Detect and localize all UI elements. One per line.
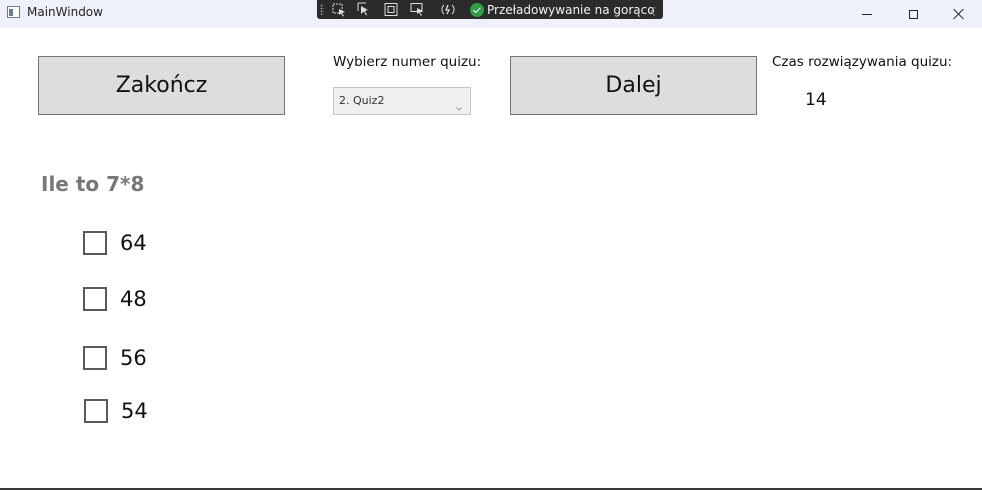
- answer-checkbox[interactable]: [83, 231, 107, 255]
- answer-checkbox[interactable]: [84, 399, 108, 423]
- maximize-icon: [908, 9, 918, 19]
- answer-label[interactable]: 56: [120, 346, 147, 370]
- hot-reload-icon[interactable]: [440, 2, 456, 17]
- window-title: MainWindow: [27, 5, 103, 19]
- answer-label[interactable]: 54: [121, 399, 148, 423]
- answer-checkbox[interactable]: [83, 346, 107, 370]
- answer-label[interactable]: 48: [120, 287, 147, 311]
- check-circle-icon: [470, 2, 484, 17]
- answer-label[interactable]: 64: [120, 231, 147, 255]
- app-window-icon: [7, 6, 20, 18]
- next-button[interactable]: Dalej: [510, 56, 757, 115]
- minimize-icon: [862, 13, 872, 15]
- answer-option[interactable]: 54: [84, 399, 148, 423]
- select-element-icon[interactable]: [331, 2, 347, 17]
- finish-button[interactable]: Zakończ: [38, 56, 285, 115]
- xaml-debug-toolbar: Przeładowywanie na gorąco: [317, 0, 663, 19]
- quiz-select-label: Wybierz numer quizu:: [333, 54, 482, 70]
- quiz-select-value: 2. Quiz2: [339, 94, 385, 107]
- close-button[interactable]: [936, 0, 982, 28]
- answer-option[interactable]: 64: [83, 231, 147, 255]
- time-value: 14: [805, 90, 827, 110]
- hot-reload-status[interactable]: Przeładowywanie na gorąco: [470, 2, 655, 17]
- answer-checkbox[interactable]: [83, 287, 107, 311]
- drag-handle-icon[interactable]: [320, 4, 324, 15]
- hot-reload-status-text: Przeładowywanie na gorąco: [487, 2, 655, 17]
- close-icon: [953, 8, 965, 20]
- title-bar: MainWindow Przeładowywanie na gorąco: [0, 0, 982, 28]
- display-layout-icon[interactable]: [383, 2, 399, 17]
- track-focus-icon[interactable]: [409, 2, 425, 17]
- answer-option[interactable]: 48: [83, 287, 147, 311]
- time-label: Czas rozwiązywania quizu:: [772, 54, 953, 70]
- pointer-icon[interactable]: [355, 2, 371, 17]
- chevron-down-icon: [456, 97, 462, 111]
- answer-option[interactable]: 56: [83, 346, 147, 370]
- chevron-left-icon[interactable]: [648, 3, 658, 17]
- minimize-button[interactable]: [844, 0, 890, 28]
- quiz-select-dropdown[interactable]: 2. Quiz2: [333, 87, 471, 115]
- question-text: Ile to 7*8: [41, 172, 145, 196]
- maximize-button[interactable]: [890, 0, 936, 28]
